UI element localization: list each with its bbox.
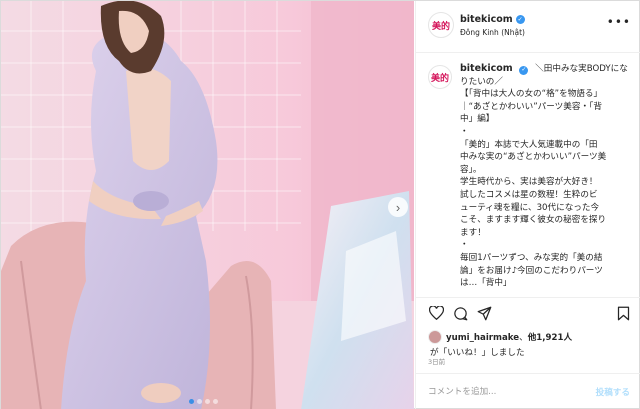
post-sidebar: 美的 bitekicom ✓ Đông Kinh (Nhật) ••• 美的 b…	[415, 1, 640, 409]
post-header: 美的 bitekicom ✓ Đông Kinh (Nhật) •••	[416, 1, 640, 53]
heart-icon[interactable]	[428, 305, 444, 321]
caption-line: ます！	[460, 227, 486, 238]
post-location[interactable]: Đông Kinh (Nhật)	[460, 28, 525, 37]
caption-line: は…「背中」	[460, 278, 512, 289]
comment-input[interactable]	[428, 383, 578, 401]
caption-line: 中」編】	[460, 114, 495, 125]
liker-username[interactable]: yumi_hairmake	[446, 333, 519, 343]
caption-line: ・	[460, 240, 469, 251]
caption-username[interactable]: bitekicom	[460, 63, 513, 74]
likes-summary: yumi_hairmake、他1,921人	[446, 331, 572, 343]
account-avatar[interactable]: 美的	[428, 12, 454, 38]
caption-line: 中みな実の“あざとかわいい”パーツ美	[460, 152, 607, 163]
post-timestamp[interactable]: 3日前	[428, 356, 445, 366]
post-caption: 美的 bitekicom ✓ ＼田中みな実BODYにな りたいの／ 【「背中は大…	[416, 53, 640, 297]
likes-count[interactable]: 他1,921人	[528, 333, 572, 343]
carousel-indicator	[189, 399, 218, 404]
avatar-text: 美的	[431, 21, 450, 32]
more-icon[interactable]: •••	[607, 15, 631, 29]
caption-line: 試したコスメは星の数程！生粋のビ	[460, 189, 598, 200]
carousel-next-button[interactable]: ›	[388, 197, 408, 217]
caption-avatar[interactable]: 美的	[428, 65, 452, 89]
caption-line: 学生時代から、実は美容が大好き！	[460, 177, 598, 188]
caption-line: こそ、ますます輝く彼女の秘密を探り	[460, 215, 607, 226]
caption-line: 容」。	[460, 164, 482, 175]
comment-icon[interactable]	[452, 305, 468, 321]
caption-line: 論」をお届け♪今回のこだわりパーツ	[460, 265, 603, 276]
caption-text: bitekicom ✓ ＼田中みな実BODYにな りたいの／ 【「背中は大人の女…	[460, 63, 632, 290]
liker-avatar[interactable]	[428, 330, 442, 344]
caption-avatar-text: 美的	[430, 73, 449, 84]
photo-illustration	[1, 1, 414, 409]
username-text[interactable]: bitekicom	[460, 14, 513, 25]
likes-section: yumi_hairmake、他1,921人 が「いいね！」しました	[416, 327, 640, 365]
verified-badge-icon: ✓	[515, 15, 525, 24]
carousel-dot	[189, 399, 194, 404]
share-icon[interactable]	[476, 305, 492, 321]
chevron-right-icon: ›	[395, 199, 401, 215]
likes-connector: 、	[519, 333, 528, 343]
comment-form: 投稿する	[416, 373, 640, 409]
carousel-dot	[213, 399, 218, 404]
instagram-post: › 美的 bitekicom ✓ Đông Kinh (Nhật) ••• 美的…	[0, 0, 640, 409]
carousel-dot	[205, 399, 210, 404]
caption-line: ＼田中みな実BODYにな	[535, 64, 628, 74]
caption-line: ・	[460, 126, 469, 137]
caption-line: 「美的」本誌で大人気連載中の「田	[460, 139, 598, 150]
caption-line: 毎回1パーツずつ、みな実的「美の結	[460, 252, 603, 263]
caption-line: 【「背中は大人の女の“格”を物語る」	[460, 89, 603, 100]
action-bar	[416, 297, 640, 327]
post-comment-button[interactable]: 投稿する	[596, 386, 630, 398]
bookmark-icon[interactable]	[615, 305, 631, 321]
caption-line: ｜“あざとかわいい”パーツ美容・「背	[460, 101, 602, 112]
caption-verified-icon: ✓	[519, 65, 529, 75]
carousel-dot	[197, 399, 202, 404]
account-username[interactable]: bitekicom ✓	[460, 14, 525, 25]
caption-line: りたいの／	[460, 76, 503, 87]
post-photo[interactable]: ›	[1, 1, 414, 409]
caption-line: ューティ魂を糧に、30代になった今	[460, 202, 600, 213]
